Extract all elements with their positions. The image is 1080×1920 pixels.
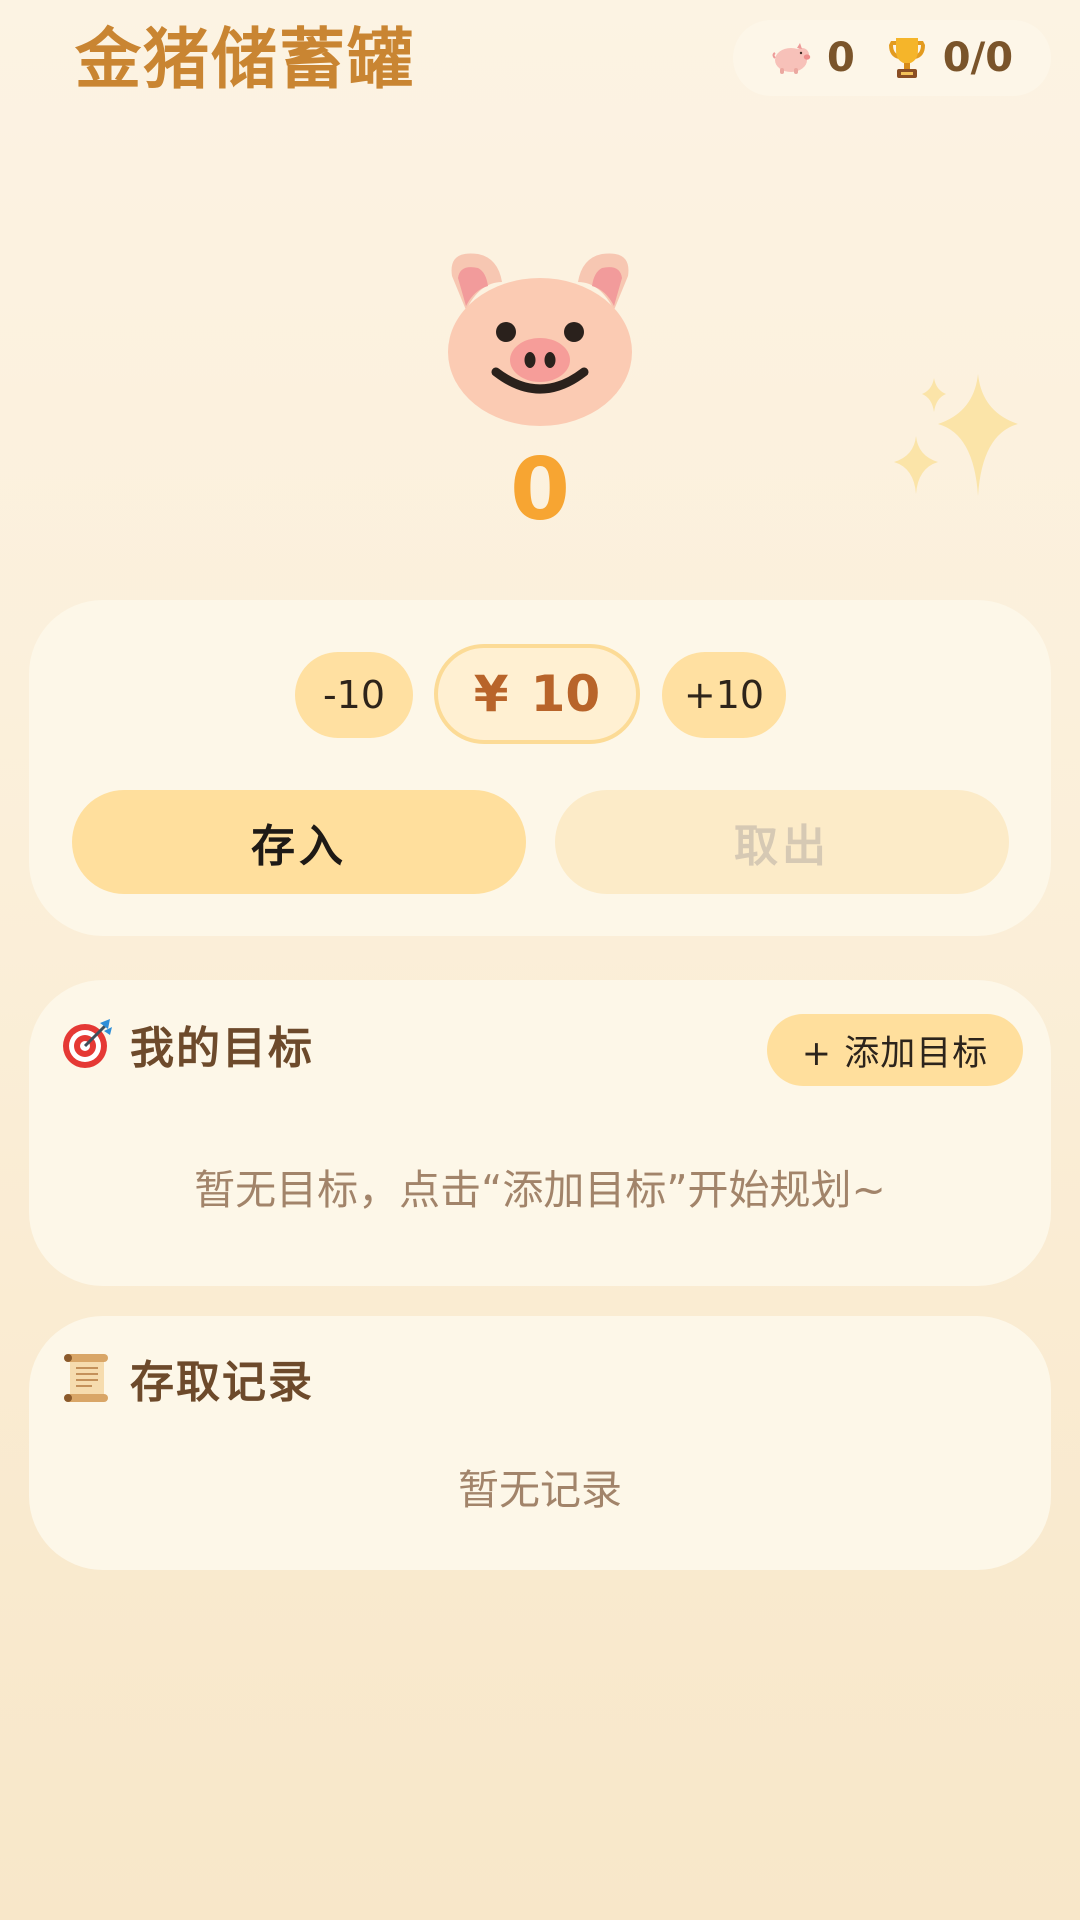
- goals-title: 我的目标: [130, 1023, 314, 1074]
- records-title: 存取记录: [130, 1357, 314, 1408]
- deposit-button[interactable]: 存入: [72, 790, 526, 894]
- increase-amount-button[interactable]: +10: [662, 652, 786, 738]
- scroll-icon: [64, 1354, 108, 1402]
- target-icon: [63, 1019, 112, 1068]
- records-empty-message: 暂无记录: [458, 1466, 622, 1514]
- pig-count-stat: 0: [771, 35, 855, 81]
- amount-value: 10: [530, 665, 601, 723]
- goals-empty-message: 暂无目标，点击“添加目标”开始规划~: [194, 1166, 886, 1214]
- balance-value: 0: [510, 440, 570, 540]
- withdraw-button[interactable]: 取出: [555, 790, 1009, 894]
- pig-face-icon[interactable]: [440, 248, 640, 426]
- pig-icon: [772, 43, 811, 74]
- goals-header: 我的目标: [60, 1012, 314, 1076]
- app-title: 金猪储蓄罐: [75, 21, 415, 98]
- pig-count-value: 0: [826, 35, 855, 81]
- goal-progress-stat: 0/0: [885, 35, 1013, 81]
- amount-display[interactable]: ¥ 10: [434, 644, 640, 744]
- currency-symbol: ¥: [473, 665, 509, 723]
- add-goal-button[interactable]: + 添加目标: [767, 1014, 1023, 1086]
- trophy-icon: [888, 38, 925, 78]
- goal-progress-value: 0/0: [942, 35, 1014, 81]
- decrease-amount-button[interactable]: -10: [295, 652, 413, 738]
- stats-pill: 0 0/0: [733, 20, 1051, 96]
- records-header: 存取记录: [60, 1346, 314, 1410]
